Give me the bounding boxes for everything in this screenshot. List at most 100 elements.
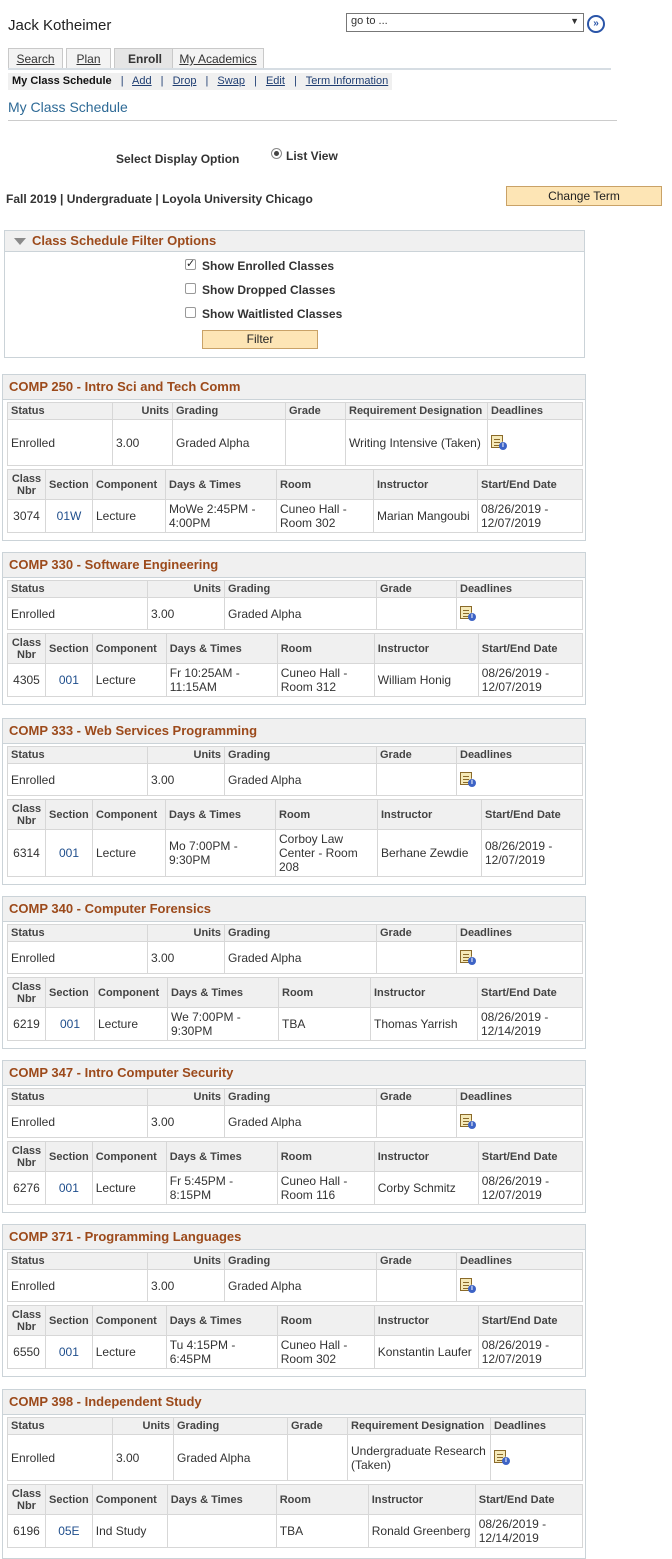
- col-days-times: Days & Times: [165, 799, 276, 830]
- show-dropped-label: Show Dropped Classes: [202, 283, 336, 297]
- deadlines-icon[interactable]: [491, 434, 507, 450]
- meeting-table: Class Nbr Section Component Days & Times…: [7, 1305, 584, 1369]
- show-enrolled-checkbox[interactable]: [185, 257, 196, 270]
- days-times-value: MoWe 2:45PM - 4:00PM: [165, 499, 277, 533]
- col-component: Component: [91, 1305, 167, 1336]
- col-deadlines: Deadlines: [490, 1417, 583, 1435]
- page-title: My Class Schedule: [8, 99, 128, 115]
- section-link[interactable]: 01W: [45, 499, 93, 533]
- filter-header[interactable]: Class Schedule Filter Options: [5, 231, 584, 252]
- col-grading: Grading: [224, 1252, 377, 1270]
- col-status: Status: [7, 924, 148, 942]
- tab-search[interactable]: Search: [8, 48, 63, 69]
- start-end-value: 08/26/2019 - 12/07/2019: [477, 1335, 584, 1369]
- section-link[interactable]: 001: [45, 1007, 95, 1041]
- col-instructor: Instructor: [377, 799, 482, 830]
- room-value: TBA: [278, 1007, 371, 1041]
- col-grade: Grade: [376, 924, 457, 942]
- title-divider: [8, 120, 617, 121]
- subnav-swap[interactable]: Swap: [217, 75, 245, 87]
- goto-select[interactable]: go to ... ▼: [346, 13, 584, 32]
- units-value: 3.00: [112, 1434, 174, 1481]
- col-component: Component: [91, 1484, 168, 1515]
- col-instructor: Instructor: [367, 1484, 476, 1515]
- deadlines-icon[interactable]: [460, 949, 476, 965]
- meeting-table: Class Nbr Section Component Days & Times…: [7, 469, 583, 533]
- deadlines-icon[interactable]: [460, 1277, 476, 1293]
- subnav-edit[interactable]: Edit: [266, 75, 285, 87]
- grading-value: Graded Alpha: [224, 1269, 377, 1302]
- col-units: Units: [112, 402, 173, 420]
- filter-button[interactable]: Filter: [202, 330, 318, 349]
- instructor-value: Marian Mangoubi: [373, 499, 478, 533]
- section-link[interactable]: 001: [45, 663, 93, 697]
- col-status: Status: [7, 746, 148, 764]
- col-units: Units: [147, 1088, 225, 1106]
- course-block: COMP 347 - Intro Computer Security Statu…: [2, 1060, 586, 1213]
- col-grading: Grading: [173, 1417, 288, 1435]
- filter-options-panel: Class Schedule Filter Options Show Enrol…: [4, 230, 585, 358]
- start-end-value: 08/26/2019 - 12/07/2019: [477, 663, 584, 697]
- col-start-end: Start/End Date: [477, 977, 583, 1008]
- meeting-table: Class Nbr Section Component Days & Times…: [7, 1141, 584, 1205]
- enrollment-table: Status Units Grading Grade Requirement D…: [7, 402, 583, 466]
- start-end-value: 08/26/2019 - 12/07/2019: [477, 499, 583, 533]
- col-status: Status: [7, 402, 113, 420]
- col-class-nbr: Class Nbr: [7, 469, 46, 500]
- subnav-add[interactable]: Add: [132, 75, 152, 87]
- section-link[interactable]: 001: [45, 1171, 93, 1205]
- collapse-triangle-icon[interactable]: [14, 238, 26, 245]
- col-section: Section: [45, 469, 93, 500]
- go-button[interactable]: »: [587, 15, 605, 33]
- section-link[interactable]: 05E: [45, 1514, 93, 1548]
- col-days-times: Days & Times: [165, 1305, 278, 1336]
- section-link[interactable]: 001: [45, 829, 93, 877]
- enroll-subnav: My Class Schedule | Add | Drop | Swap | …: [8, 73, 393, 90]
- instructor-value: Berhane Zewdie: [377, 829, 482, 877]
- units-value: 3.00: [112, 419, 173, 466]
- grading-value: Graded Alpha: [173, 1434, 288, 1481]
- course-block: COMP 333 - Web Services Programming Stat…: [2, 718, 586, 885]
- deadlines-icon[interactable]: [460, 605, 476, 621]
- course-block: COMP 371 - Programming Languages Status …: [2, 1224, 586, 1377]
- col-deadlines: Deadlines: [456, 746, 583, 764]
- col-status: Status: [7, 580, 148, 598]
- subnav-term-information[interactable]: Term Information: [306, 75, 389, 87]
- instructor-value: Corby Schmitz: [373, 1171, 479, 1205]
- tab-my-academics[interactable]: My Academics: [172, 48, 264, 69]
- col-start-end: Start/End Date: [481, 799, 583, 830]
- days-times-value: Fr 10:25AM - 11:15AM: [165, 663, 278, 697]
- change-term-button[interactable]: Change Term: [506, 186, 662, 206]
- room-value: TBA: [275, 1514, 369, 1548]
- col-days-times: Days & Times: [165, 1141, 278, 1172]
- course-title: COMP 330 - Software Engineering: [3, 553, 585, 578]
- deadlines-icon[interactable]: [460, 771, 476, 787]
- instructor-value: Konstantin Laufer: [373, 1335, 479, 1369]
- requirement-value: Undergraduate Research (Taken): [347, 1434, 491, 1481]
- col-instructor: Instructor: [373, 469, 478, 500]
- status-value: Enrolled: [7, 1105, 148, 1138]
- course-block: COMP 398 - Independent Study Status Unit…: [2, 1389, 586, 1559]
- room-value: Cuneo Hall - Room 116: [276, 1171, 375, 1205]
- class-nbr-value: 3074: [7, 499, 46, 533]
- requirement-value: Writing Intensive (Taken): [345, 419, 488, 466]
- col-status: Status: [7, 1088, 148, 1106]
- show-waitlisted-checkbox[interactable]: [185, 307, 196, 318]
- subnav-drop[interactable]: Drop: [173, 75, 197, 87]
- col-units: Units: [112, 1417, 174, 1435]
- tab-enroll[interactable]: Enroll: [114, 48, 176, 69]
- deadlines-icon[interactable]: [494, 1449, 510, 1465]
- grade-value: [376, 597, 457, 630]
- section-link[interactable]: 001: [45, 1335, 93, 1369]
- grading-value: Graded Alpha: [224, 941, 377, 974]
- tab-plan[interactable]: Plan: [66, 48, 111, 69]
- room-value: Corboy Law Center - Room 208: [275, 829, 378, 877]
- units-value: 3.00: [147, 1105, 225, 1138]
- status-value: Enrolled: [7, 1269, 148, 1302]
- course-title: COMP 347 - Intro Computer Security: [3, 1061, 585, 1086]
- list-view-radio[interactable]: [271, 148, 282, 159]
- units-value: 3.00: [147, 597, 225, 630]
- show-dropped-checkbox[interactable]: [185, 283, 196, 294]
- course-block: COMP 330 - Software Engineering Status U…: [2, 552, 586, 705]
- deadlines-icon[interactable]: [460, 1113, 476, 1129]
